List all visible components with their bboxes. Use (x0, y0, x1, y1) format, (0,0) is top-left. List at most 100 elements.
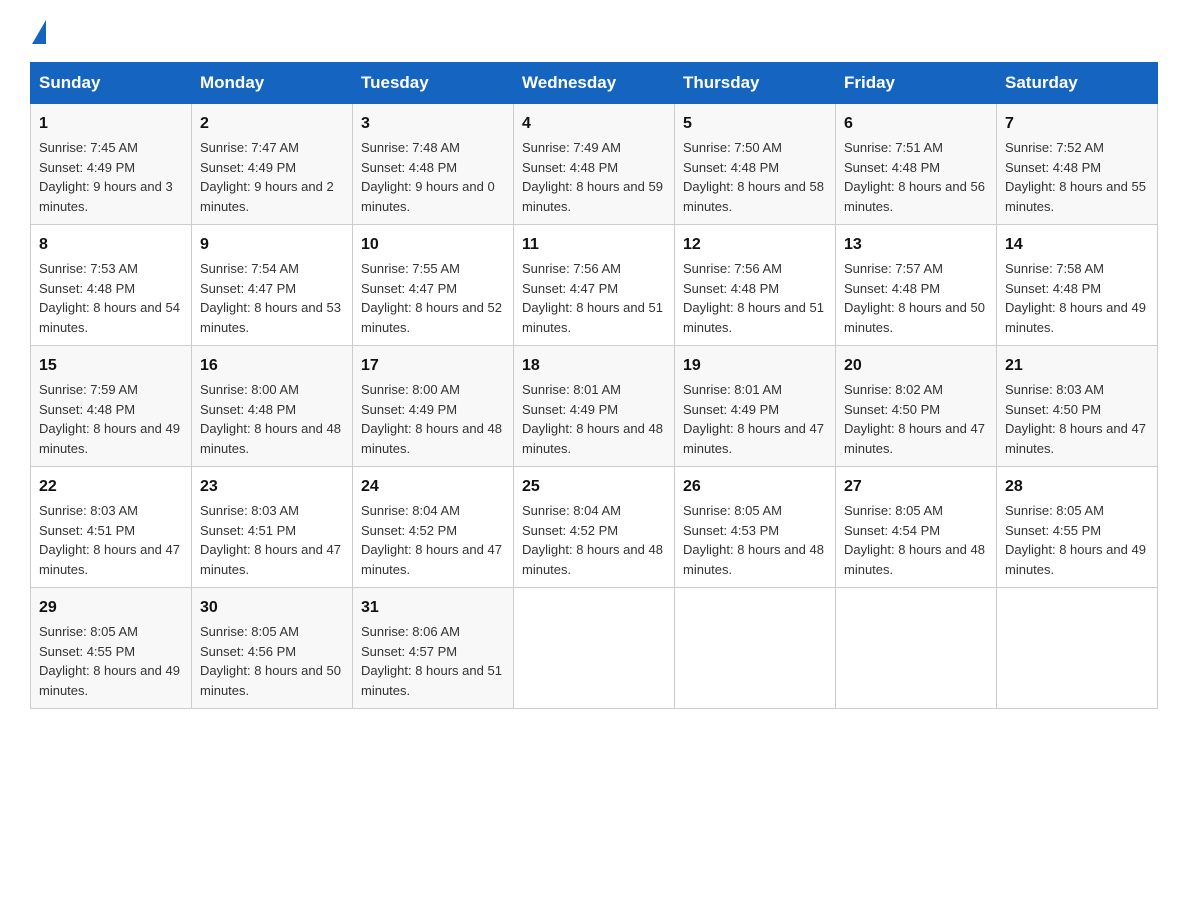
day-info: Sunrise: 8:01 AMSunset: 4:49 PMDaylight:… (522, 382, 663, 456)
day-number: 13 (844, 233, 988, 257)
calendar-cell: 24 Sunrise: 8:04 AMSunset: 4:52 PMDaylig… (353, 467, 514, 588)
day-info: Sunrise: 8:00 AMSunset: 4:49 PMDaylight:… (361, 382, 502, 456)
day-number: 29 (39, 596, 183, 620)
calendar-cell (675, 588, 836, 709)
calendar-cell: 2 Sunrise: 7:47 AMSunset: 4:49 PMDayligh… (192, 104, 353, 225)
header-wednesday: Wednesday (514, 63, 675, 104)
calendar-cell (836, 588, 997, 709)
day-number: 17 (361, 354, 505, 378)
day-number: 12 (683, 233, 827, 257)
calendar-cell: 12 Sunrise: 7:56 AMSunset: 4:48 PMDaylig… (675, 225, 836, 346)
calendar-cell: 21 Sunrise: 8:03 AMSunset: 4:50 PMDaylig… (997, 346, 1158, 467)
day-info: Sunrise: 7:50 AMSunset: 4:48 PMDaylight:… (683, 140, 824, 214)
day-info: Sunrise: 7:47 AMSunset: 4:49 PMDaylight:… (200, 140, 334, 214)
day-number: 16 (200, 354, 344, 378)
week-row-3: 15 Sunrise: 7:59 AMSunset: 4:48 PMDaylig… (31, 346, 1158, 467)
calendar-cell: 20 Sunrise: 8:02 AMSunset: 4:50 PMDaylig… (836, 346, 997, 467)
day-info: Sunrise: 7:57 AMSunset: 4:48 PMDaylight:… (844, 261, 985, 335)
day-number: 18 (522, 354, 666, 378)
calendar-cell: 11 Sunrise: 7:56 AMSunset: 4:47 PMDaylig… (514, 225, 675, 346)
day-info: Sunrise: 8:01 AMSunset: 4:49 PMDaylight:… (683, 382, 824, 456)
header-sunday: Sunday (31, 63, 192, 104)
calendar-cell (997, 588, 1158, 709)
calendar-cell: 5 Sunrise: 7:50 AMSunset: 4:48 PMDayligh… (675, 104, 836, 225)
day-info: Sunrise: 7:54 AMSunset: 4:47 PMDaylight:… (200, 261, 341, 335)
calendar-cell: 3 Sunrise: 7:48 AMSunset: 4:48 PMDayligh… (353, 104, 514, 225)
day-info: Sunrise: 7:59 AMSunset: 4:48 PMDaylight:… (39, 382, 180, 456)
day-info: Sunrise: 7:52 AMSunset: 4:48 PMDaylight:… (1005, 140, 1146, 214)
header-thursday: Thursday (675, 63, 836, 104)
day-info: Sunrise: 8:05 AMSunset: 4:53 PMDaylight:… (683, 503, 824, 577)
logo-triangle-icon (32, 20, 46, 44)
day-number: 21 (1005, 354, 1149, 378)
day-number: 23 (200, 475, 344, 499)
day-info: Sunrise: 7:49 AMSunset: 4:48 PMDaylight:… (522, 140, 663, 214)
calendar-cell: 7 Sunrise: 7:52 AMSunset: 4:48 PMDayligh… (997, 104, 1158, 225)
calendar-cell: 8 Sunrise: 7:53 AMSunset: 4:48 PMDayligh… (31, 225, 192, 346)
day-number: 3 (361, 112, 505, 136)
day-info: Sunrise: 8:05 AMSunset: 4:56 PMDaylight:… (200, 624, 341, 698)
day-number: 27 (844, 475, 988, 499)
calendar-cell (514, 588, 675, 709)
day-number: 10 (361, 233, 505, 257)
week-row-1: 1 Sunrise: 7:45 AMSunset: 4:49 PMDayligh… (31, 104, 1158, 225)
calendar-cell: 30 Sunrise: 8:05 AMSunset: 4:56 PMDaylig… (192, 588, 353, 709)
calendar-cell: 9 Sunrise: 7:54 AMSunset: 4:47 PMDayligh… (192, 225, 353, 346)
day-info: Sunrise: 8:02 AMSunset: 4:50 PMDaylight:… (844, 382, 985, 456)
day-number: 31 (361, 596, 505, 620)
header-tuesday: Tuesday (353, 63, 514, 104)
day-info: Sunrise: 8:05 AMSunset: 4:55 PMDaylight:… (1005, 503, 1146, 577)
day-number: 19 (683, 354, 827, 378)
calendar-cell: 22 Sunrise: 8:03 AMSunset: 4:51 PMDaylig… (31, 467, 192, 588)
calendar-cell: 25 Sunrise: 8:04 AMSunset: 4:52 PMDaylig… (514, 467, 675, 588)
calendar-cell: 6 Sunrise: 7:51 AMSunset: 4:48 PMDayligh… (836, 104, 997, 225)
day-info: Sunrise: 8:00 AMSunset: 4:48 PMDaylight:… (200, 382, 341, 456)
day-header-row: SundayMondayTuesdayWednesdayThursdayFrid… (31, 63, 1158, 104)
day-number: 2 (200, 112, 344, 136)
calendar-cell: 26 Sunrise: 8:05 AMSunset: 4:53 PMDaylig… (675, 467, 836, 588)
calendar-cell: 27 Sunrise: 8:05 AMSunset: 4:54 PMDaylig… (836, 467, 997, 588)
day-number: 20 (844, 354, 988, 378)
calendar-cell: 14 Sunrise: 7:58 AMSunset: 4:48 PMDaylig… (997, 225, 1158, 346)
day-info: Sunrise: 7:53 AMSunset: 4:48 PMDaylight:… (39, 261, 180, 335)
day-number: 15 (39, 354, 183, 378)
calendar-cell: 1 Sunrise: 7:45 AMSunset: 4:49 PMDayligh… (31, 104, 192, 225)
day-number: 24 (361, 475, 505, 499)
calendar-cell: 15 Sunrise: 7:59 AMSunset: 4:48 PMDaylig… (31, 346, 192, 467)
day-info: Sunrise: 8:06 AMSunset: 4:57 PMDaylight:… (361, 624, 502, 698)
day-number: 25 (522, 475, 666, 499)
calendar-cell: 16 Sunrise: 8:00 AMSunset: 4:48 PMDaylig… (192, 346, 353, 467)
calendar-cell: 13 Sunrise: 7:57 AMSunset: 4:48 PMDaylig… (836, 225, 997, 346)
day-info: Sunrise: 8:03 AMSunset: 4:51 PMDaylight:… (200, 503, 341, 577)
day-number: 6 (844, 112, 988, 136)
day-info: Sunrise: 8:03 AMSunset: 4:50 PMDaylight:… (1005, 382, 1146, 456)
day-number: 26 (683, 475, 827, 499)
day-number: 1 (39, 112, 183, 136)
header-saturday: Saturday (997, 63, 1158, 104)
calendar-cell: 4 Sunrise: 7:49 AMSunset: 4:48 PMDayligh… (514, 104, 675, 225)
day-info: Sunrise: 7:56 AMSunset: 4:48 PMDaylight:… (683, 261, 824, 335)
day-number: 14 (1005, 233, 1149, 257)
day-number: 22 (39, 475, 183, 499)
day-info: Sunrise: 8:05 AMSunset: 4:55 PMDaylight:… (39, 624, 180, 698)
day-number: 30 (200, 596, 344, 620)
day-number: 28 (1005, 475, 1149, 499)
day-info: Sunrise: 7:51 AMSunset: 4:48 PMDaylight:… (844, 140, 985, 214)
day-number: 8 (39, 233, 183, 257)
calendar-cell: 23 Sunrise: 8:03 AMSunset: 4:51 PMDaylig… (192, 467, 353, 588)
logo (30, 20, 50, 44)
week-row-4: 22 Sunrise: 8:03 AMSunset: 4:51 PMDaylig… (31, 467, 1158, 588)
header-friday: Friday (836, 63, 997, 104)
day-number: 4 (522, 112, 666, 136)
day-number: 5 (683, 112, 827, 136)
day-info: Sunrise: 7:58 AMSunset: 4:48 PMDaylight:… (1005, 261, 1146, 335)
day-number: 9 (200, 233, 344, 257)
calendar-cell: 18 Sunrise: 8:01 AMSunset: 4:49 PMDaylig… (514, 346, 675, 467)
day-info: Sunrise: 7:45 AMSunset: 4:49 PMDaylight:… (39, 140, 173, 214)
day-info: Sunrise: 8:05 AMSunset: 4:54 PMDaylight:… (844, 503, 985, 577)
day-info: Sunrise: 8:03 AMSunset: 4:51 PMDaylight:… (39, 503, 180, 577)
calendar-cell: 28 Sunrise: 8:05 AMSunset: 4:55 PMDaylig… (997, 467, 1158, 588)
header-monday: Monday (192, 63, 353, 104)
day-info: Sunrise: 8:04 AMSunset: 4:52 PMDaylight:… (361, 503, 502, 577)
header (30, 20, 1158, 44)
